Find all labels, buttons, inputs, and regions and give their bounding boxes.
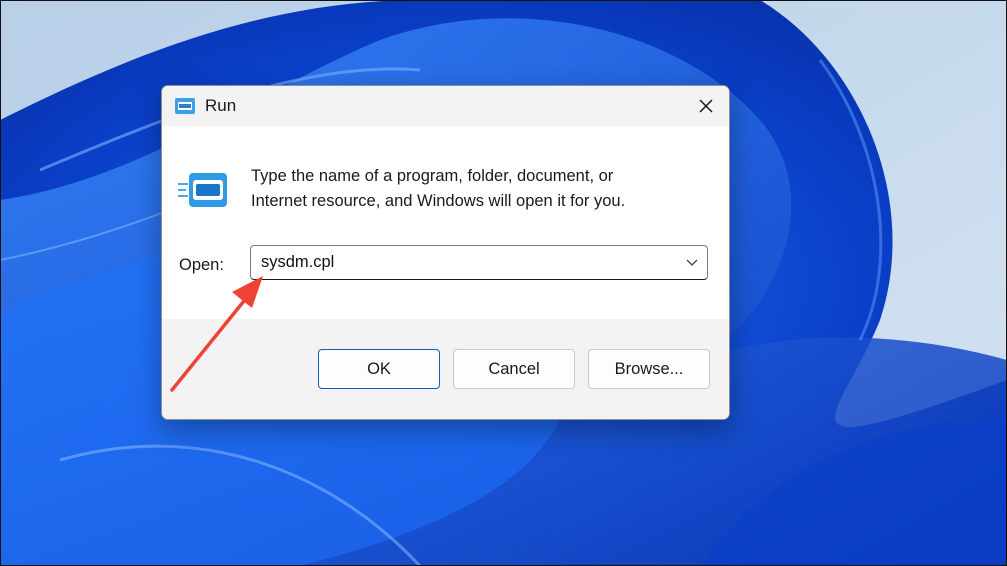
open-label: Open: bbox=[179, 256, 224, 274]
dialog-description: Type the name of a program, folder, docu… bbox=[251, 164, 711, 214]
description-line-1: Type the name of a program, folder, docu… bbox=[251, 167, 614, 185]
close-icon bbox=[699, 99, 713, 113]
browse-button[interactable]: Browse... bbox=[588, 349, 710, 389]
run-icon bbox=[175, 98, 195, 114]
dialog-footer: OK Cancel Browse... bbox=[162, 319, 729, 419]
run-dialog: Run Type the name of a program, folder, … bbox=[161, 85, 730, 420]
dialog-title: Run bbox=[205, 96, 237, 115]
description-line-2: Internet resource, and Windows will open… bbox=[251, 192, 626, 210]
ok-button[interactable]: OK bbox=[318, 349, 440, 389]
cancel-button[interactable]: Cancel bbox=[453, 349, 575, 389]
close-button[interactable] bbox=[683, 86, 729, 126]
open-input[interactable] bbox=[261, 246, 661, 279]
chevron-down-icon[interactable] bbox=[685, 257, 699, 269]
open-combobox[interactable] bbox=[250, 245, 708, 280]
run-icon bbox=[178, 173, 227, 207]
dialog-body: Type the name of a program, folder, docu… bbox=[162, 126, 729, 319]
title-bar[interactable]: Run bbox=[162, 86, 729, 126]
